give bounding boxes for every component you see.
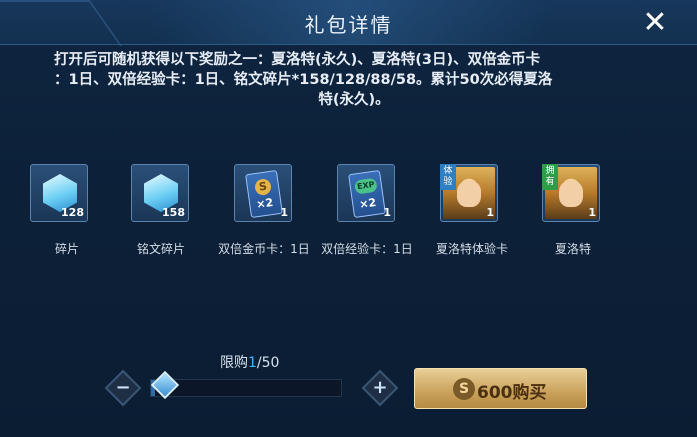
- item-quantity: 128: [61, 206, 84, 219]
- buy-button-label: 600购买: [477, 383, 547, 403]
- gold-card-icon: S ×2 1: [234, 164, 292, 222]
- reward-item[interactable]: 拥有 1 夏洛特: [542, 160, 642, 260]
- minus-icon: −: [115, 377, 131, 398]
- trial-tag: 体验: [440, 164, 456, 190]
- increase-button[interactable]: +: [361, 369, 399, 407]
- item-name: 夏洛特: [554, 242, 591, 256]
- item-quantity: 158: [162, 206, 185, 219]
- item-quantity: 1: [280, 206, 288, 219]
- page-title: 礼包详情: [304, 13, 393, 37]
- reward-list[interactable]: 128 碎片 158 铭文碎片 S ×2 1 双倍金币卡：1日 EXP ×2 1…: [0, 160, 697, 260]
- multiplier-label: ×2: [358, 195, 378, 212]
- purchase-limit-total: /50: [256, 355, 280, 371]
- inscription-shard-icon: 128: [30, 164, 88, 222]
- coin-icon: S: [453, 378, 475, 400]
- exp-card-icon: EXP ×2 1: [337, 164, 395, 222]
- purchase-limit-label: 限购: [220, 355, 248, 371]
- coin-icon: S: [253, 178, 273, 197]
- reward-description: 打开后可随机获得以下奖励之一：夏洛特(永久)、夏洛特(3日)、双倍金币卡 ：1日…: [54, 50, 654, 110]
- description-line: 特(永久)。: [318, 92, 390, 108]
- hero-portrait-icon: 拥有 1: [542, 164, 600, 222]
- purchase-limit: 限购1/50: [220, 352, 279, 372]
- gift-pack-detail-panel: 礼包详情 ✕ 打开后可随机获得以下奖励之一：夏洛特(永久)、夏洛特(3日)、双倍…: [0, 0, 697, 437]
- item-name: 夏洛特体验卡: [435, 242, 508, 256]
- hero-portrait-icon: 体验 1: [440, 164, 498, 222]
- double-exp-card: EXP ×2: [348, 169, 386, 219]
- item-name: 双倍金币卡：1日: [218, 242, 310, 256]
- item-name: 双倍经验卡：1日: [321, 242, 413, 256]
- double-gold-card: S ×2: [245, 169, 283, 219]
- close-icon[interactable]: ✕: [638, 6, 672, 40]
- decrease-button[interactable]: −: [104, 369, 142, 407]
- exp-badge-icon: EXP: [354, 177, 378, 195]
- plus-icon: +: [372, 377, 388, 398]
- quantity-slider[interactable]: [150, 379, 342, 397]
- item-quantity: 1: [383, 206, 391, 219]
- item-quantity: 1: [486, 206, 494, 219]
- purchase-limit-current: 1: [248, 355, 257, 371]
- inscription-shard-icon: 158: [131, 164, 189, 222]
- description-line: 打开后可随机获得以下奖励之一：夏洛特(永久)、夏洛特(3日)、双倍金币卡: [54, 52, 541, 68]
- multiplier-label: ×2: [255, 195, 275, 212]
- buy-button[interactable]: S 600购买: [414, 368, 587, 409]
- item-quantity: 1: [588, 206, 596, 219]
- description-line: ：1日、双倍经验卡：1日、铭文碎片*158/128/88/58。累计50次必得夏…: [54, 72, 553, 88]
- item-name: 铭文碎片: [136, 242, 185, 256]
- owned-tag: 拥有: [542, 164, 558, 190]
